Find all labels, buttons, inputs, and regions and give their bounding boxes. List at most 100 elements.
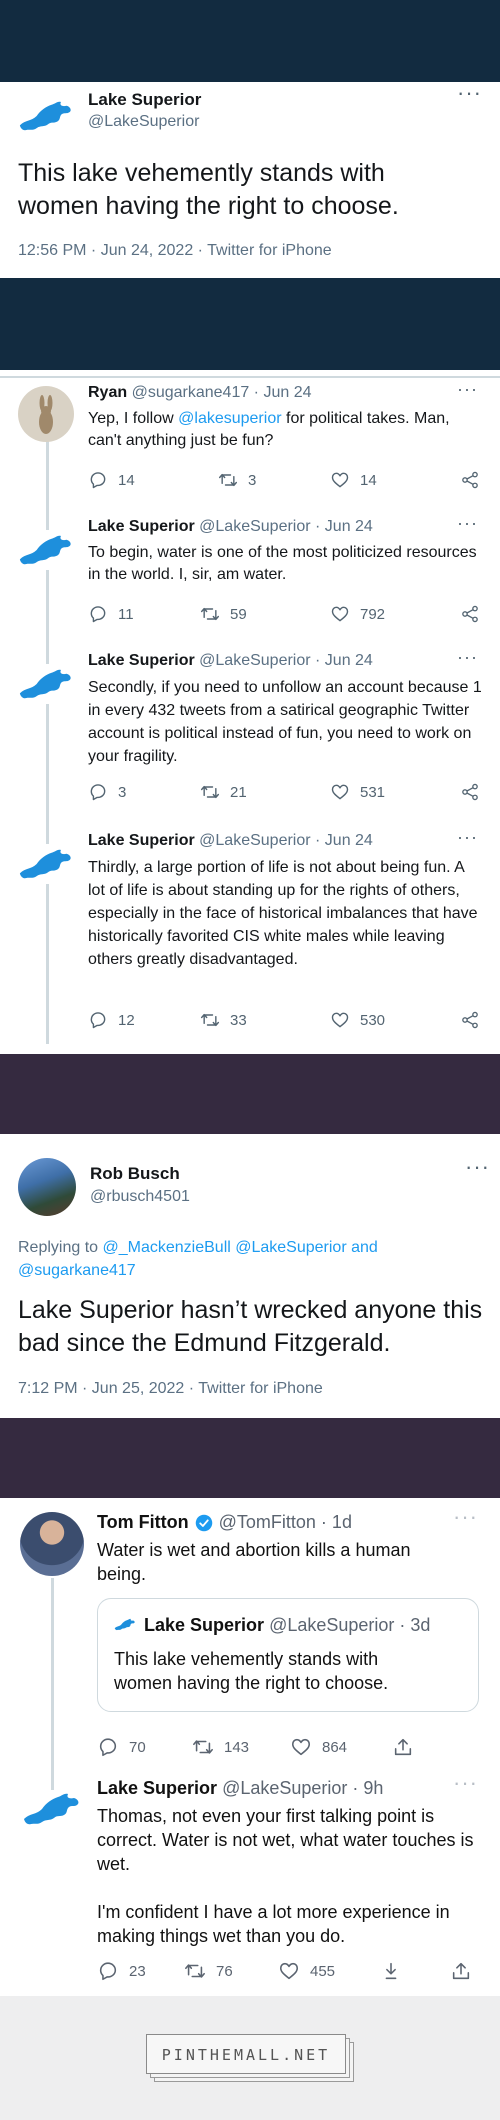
tweet-text: Thirdly, a large portion of life is not … xyxy=(88,859,478,968)
avatar[interactable] xyxy=(18,386,74,442)
reply-count: 11 xyxy=(118,605,134,623)
dark-band xyxy=(0,1418,500,1498)
reply-button[interactable]: 70 xyxy=(97,1736,146,1758)
more-icon[interactable]: ··· xyxy=(465,1156,490,1178)
reply-button[interactable]: 3 xyxy=(88,782,126,802)
tweet-tom-fitton: Tom Fitton @TomFitton · 1d ··· Water is … xyxy=(0,1498,500,1996)
tweet-text: To begin, water is one of the most polit… xyxy=(88,544,477,583)
retweet-button[interactable]: 33 xyxy=(200,1010,247,1030)
author-name[interactable]: Lake Superior xyxy=(88,90,201,110)
reply-count: 3 xyxy=(118,783,127,801)
like-count: 530 xyxy=(360,1011,386,1029)
quoted-tweet[interactable]: Lake Superior @LakeSuperior · 3d This la… xyxy=(97,1598,479,1712)
retweet-icon xyxy=(200,1010,220,1030)
rabbit-avatar-icon xyxy=(39,395,53,434)
share-button[interactable] xyxy=(460,470,490,490)
author-handle[interactable]: @LakeSuperior · Jun 24 xyxy=(199,652,373,669)
author-name[interactable]: Lake Superior xyxy=(88,832,195,849)
author-name[interactable]: Ryan xyxy=(88,384,127,401)
watermark-text: PINTHEMALL.NET xyxy=(146,2034,346,2074)
reply-button[interactable]: 14 xyxy=(88,470,135,490)
upload-icon xyxy=(450,1960,472,1982)
reply-count: 14 xyxy=(118,471,135,489)
more-icon[interactable]: ··· xyxy=(453,1506,478,1528)
reply-count: 70 xyxy=(129,1738,146,1756)
lake-avatar-icon[interactable] xyxy=(18,844,74,884)
reply-icon xyxy=(97,1736,119,1758)
tweet-text: Water is wet and abortion kills a human … xyxy=(97,1540,411,1584)
retweet-icon xyxy=(192,1736,214,1758)
retweet-button[interactable]: 3 xyxy=(218,470,256,490)
like-button[interactable]: 530 xyxy=(330,1010,385,1030)
like-icon xyxy=(278,1960,300,1982)
retweet-count: 21 xyxy=(230,783,247,801)
retweet-button[interactable]: 59 xyxy=(200,604,247,624)
author-name[interactable]: Tom Fitton xyxy=(97,1512,189,1533)
watermark-logo: PINTHEMALL.NET xyxy=(146,2034,354,2082)
reply-count: 23 xyxy=(129,1962,146,1980)
retweet-button[interactable]: 21 xyxy=(200,782,247,802)
like-icon xyxy=(330,604,350,624)
thread-line xyxy=(51,1578,54,1790)
tweet-text: Secondly, if you need to unfollow an acc… xyxy=(88,679,482,765)
like-button[interactable]: 864 xyxy=(290,1736,347,1758)
share-icon xyxy=(460,604,480,624)
more-icon[interactable]: ··· xyxy=(453,1772,478,1794)
like-icon xyxy=(330,1010,350,1030)
author-handle[interactable]: @rbusch4501 xyxy=(90,1188,190,1206)
lake-avatar-icon[interactable] xyxy=(18,664,74,704)
retweet-icon xyxy=(200,604,220,624)
like-count: 455 xyxy=(310,1962,336,1980)
share-button[interactable] xyxy=(392,1736,424,1758)
more-icon[interactable]: ··· xyxy=(457,82,482,104)
share-icon xyxy=(460,1010,480,1030)
share-button[interactable] xyxy=(460,604,490,624)
tweet-text-continued: I'm confident I have a lot more experien… xyxy=(97,1902,450,1946)
retweet-button[interactable]: 76 xyxy=(184,1960,233,1982)
reply-icon xyxy=(88,782,108,802)
author-handle[interactable]: @LakeSuperior · 9h xyxy=(222,1778,383,1798)
avatar[interactable] xyxy=(18,1158,76,1216)
share-icon xyxy=(460,470,480,490)
author-handle[interactable]: @LakeSuperior xyxy=(88,113,199,131)
like-button[interactable]: 792 xyxy=(330,604,385,624)
mention-link[interactable]: @lakesuperior xyxy=(178,410,281,427)
more-icon[interactable]: ··· xyxy=(457,380,478,398)
like-icon xyxy=(290,1736,312,1758)
quote-author-name: Lake Superior xyxy=(144,1615,265,1635)
reply-button[interactable]: 12 xyxy=(88,1010,135,1030)
more-icon[interactable]: ··· xyxy=(457,828,478,846)
author-name[interactable]: Lake Superior xyxy=(88,518,195,535)
author-name[interactable]: Rob Busch xyxy=(90,1164,180,1184)
replying-to: Replying to @_MackenzieBull @LakeSuperio… xyxy=(18,1236,438,1282)
lake-avatar-icon[interactable] xyxy=(18,530,74,570)
like-button[interactable]: 455 xyxy=(278,1960,335,1982)
retweet-button[interactable]: 143 xyxy=(192,1736,249,1758)
author-handle[interactable]: @TomFitton · 1d xyxy=(219,1512,352,1533)
author-handle[interactable]: @LakeSuperior · Jun 24 xyxy=(199,518,373,535)
like-button[interactable]: 14 xyxy=(330,470,377,490)
reply-icon xyxy=(97,1960,119,1982)
avatar[interactable] xyxy=(20,1512,84,1576)
tweet-meta: 7:12 PM · Jun 25, 2022 · Twitter for iPh… xyxy=(18,1380,323,1397)
share-button[interactable] xyxy=(450,1960,482,1982)
quote-text: This lake vehemently stands with women h… xyxy=(114,1649,389,1693)
like-button[interactable]: 531 xyxy=(330,782,385,802)
author-handle[interactable]: @sugarkane417 · Jun 24 xyxy=(132,384,312,401)
author-name[interactable]: Lake Superior xyxy=(88,652,195,669)
reply-button[interactable]: 23 xyxy=(97,1960,146,1982)
lake-avatar-icon[interactable] xyxy=(22,1788,82,1830)
retweet-icon xyxy=(184,1960,206,1982)
download-button[interactable] xyxy=(380,1960,412,1982)
author-name[interactable]: Lake Superior xyxy=(97,1778,217,1798)
more-icon[interactable]: ··· xyxy=(457,514,478,532)
reply-icon xyxy=(88,604,108,624)
share-button[interactable] xyxy=(460,782,490,802)
tweet-meta: 12:56 PM · Jun 24, 2022 · Twitter for iP… xyxy=(18,242,332,259)
reply-button[interactable]: 11 xyxy=(88,604,134,624)
author-handle[interactable]: @LakeSuperior · Jun 24 xyxy=(199,832,373,849)
share-button[interactable] xyxy=(460,1010,490,1030)
more-icon[interactable]: ··· xyxy=(457,648,478,666)
dark-band xyxy=(0,1054,500,1134)
lake-avatar-icon[interactable] xyxy=(18,96,74,136)
